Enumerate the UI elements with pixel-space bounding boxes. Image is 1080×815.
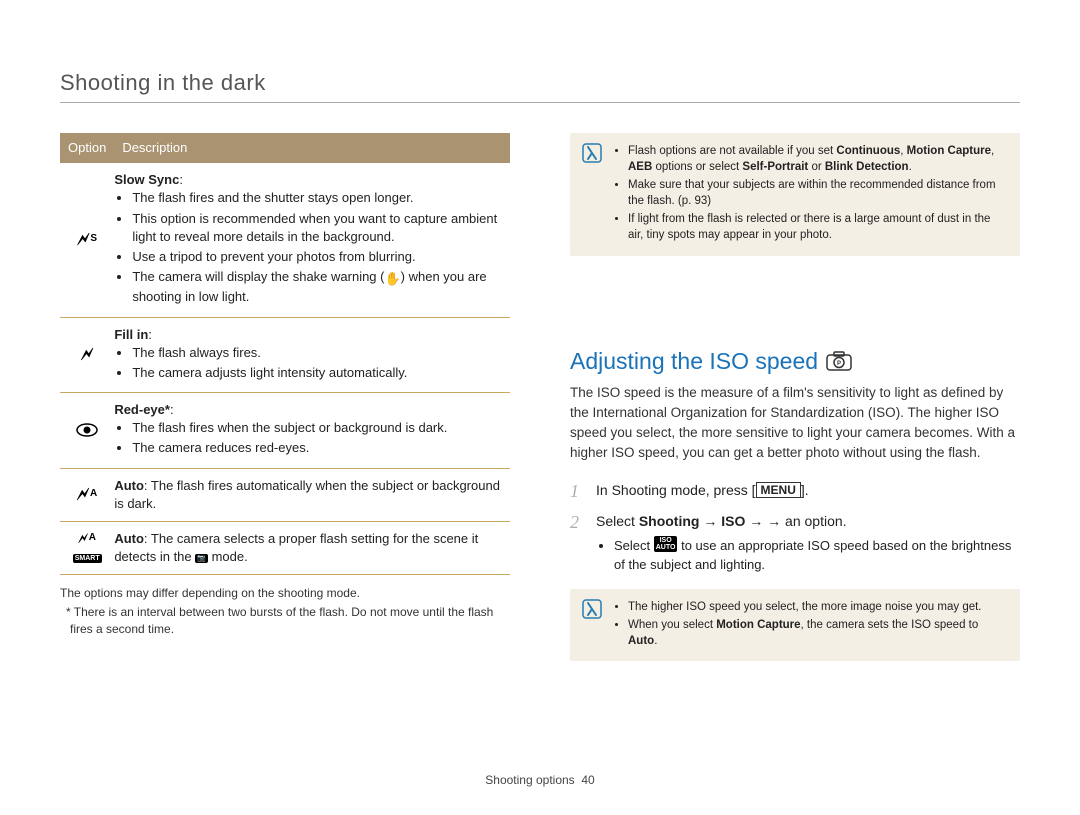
flash-slow-sync-icon: 🗲S	[60, 163, 114, 317]
iso-paragraph: The ISO speed is the measure of a film's…	[570, 383, 1020, 464]
right-column: Flash options are not available if you s…	[570, 133, 1020, 665]
option-bullets: The flash fires when the subject or back…	[132, 419, 502, 457]
flash-auto-icon: 🗲A	[60, 468, 114, 521]
smart-mode-icon: 📷	[195, 554, 208, 563]
left-column: Option Description 🗲S Slow Sync: The f	[60, 133, 510, 665]
table-row: 🗲S Slow Sync: The flash fires and the sh…	[60, 163, 510, 317]
step-2: Select Shooting → ISO → → an option. Sel…	[570, 511, 1020, 575]
menu-button-label: MENU	[756, 482, 801, 498]
flash-red-eye-icon	[60, 393, 114, 469]
option-bullets: The flash always fires. The camera adjus…	[132, 344, 502, 382]
option-title: Auto	[114, 478, 144, 493]
option-title: Auto	[114, 531, 144, 546]
section-header: Shooting in the dark	[60, 70, 1020, 103]
option-title: Fill in	[114, 327, 148, 342]
flash-options-table: Option Description 🗲S Slow Sync: The f	[60, 133, 510, 575]
option-title: Slow Sync	[114, 172, 179, 187]
iso-auto-icon: ISOAUTO	[654, 536, 678, 552]
note-bullets: The higher ISO speed you select, the mor…	[628, 599, 1008, 651]
steps-list: In Shooting mode, press [MENU]. Select S…	[570, 480, 1020, 575]
col-header-option: Option	[60, 133, 114, 163]
step-1: In Shooting mode, press [MENU].	[570, 480, 1020, 501]
two-column-layout: Option Description 🗲S Slow Sync: The f	[60, 133, 1020, 665]
footnotes: The options may differ depending on the …	[60, 585, 510, 637]
camera-mode-icon: P	[826, 351, 852, 371]
svg-text:P: P	[837, 361, 841, 367]
table-row: 🗲A SMART Auto: The camera selects a prop…	[60, 522, 510, 575]
note-box-flash: Flash options are not available if you s…	[570, 133, 1020, 256]
option-title: Red-eye*	[114, 402, 170, 417]
flash-smart-auto-icon: 🗲A SMART	[60, 522, 114, 575]
iso-heading: Adjusting the ISO speed P	[570, 348, 1020, 375]
page: Shooting in the dark Option Description …	[0, 0, 1080, 815]
smart-badge-icon: SMART	[73, 554, 102, 563]
table-row: 🗲A Auto: The flash fires automatically w…	[60, 468, 510, 521]
table-row: 🗲 Fill in: The flash always fires. The c…	[60, 317, 510, 393]
note-bullets: Flash options are not available if you s…	[628, 143, 1008, 246]
page-footer: Shooting options 40	[0, 773, 1080, 787]
step-sub-bullets: Select ISOAUTO to use an appropriate ISO…	[614, 536, 1020, 575]
col-header-description: Description	[114, 133, 510, 163]
shake-warning-icon: ✋	[384, 270, 400, 288]
note-icon	[582, 599, 604, 651]
flash-fill-in-icon: 🗲	[60, 317, 114, 393]
option-bullets: The flash fires and the shutter stays op…	[132, 189, 502, 306]
note-box-iso: The higher ISO speed you select, the mor…	[570, 589, 1020, 661]
note-icon	[582, 143, 604, 246]
table-row: Red-eye*: The flash fires when the subje…	[60, 393, 510, 469]
